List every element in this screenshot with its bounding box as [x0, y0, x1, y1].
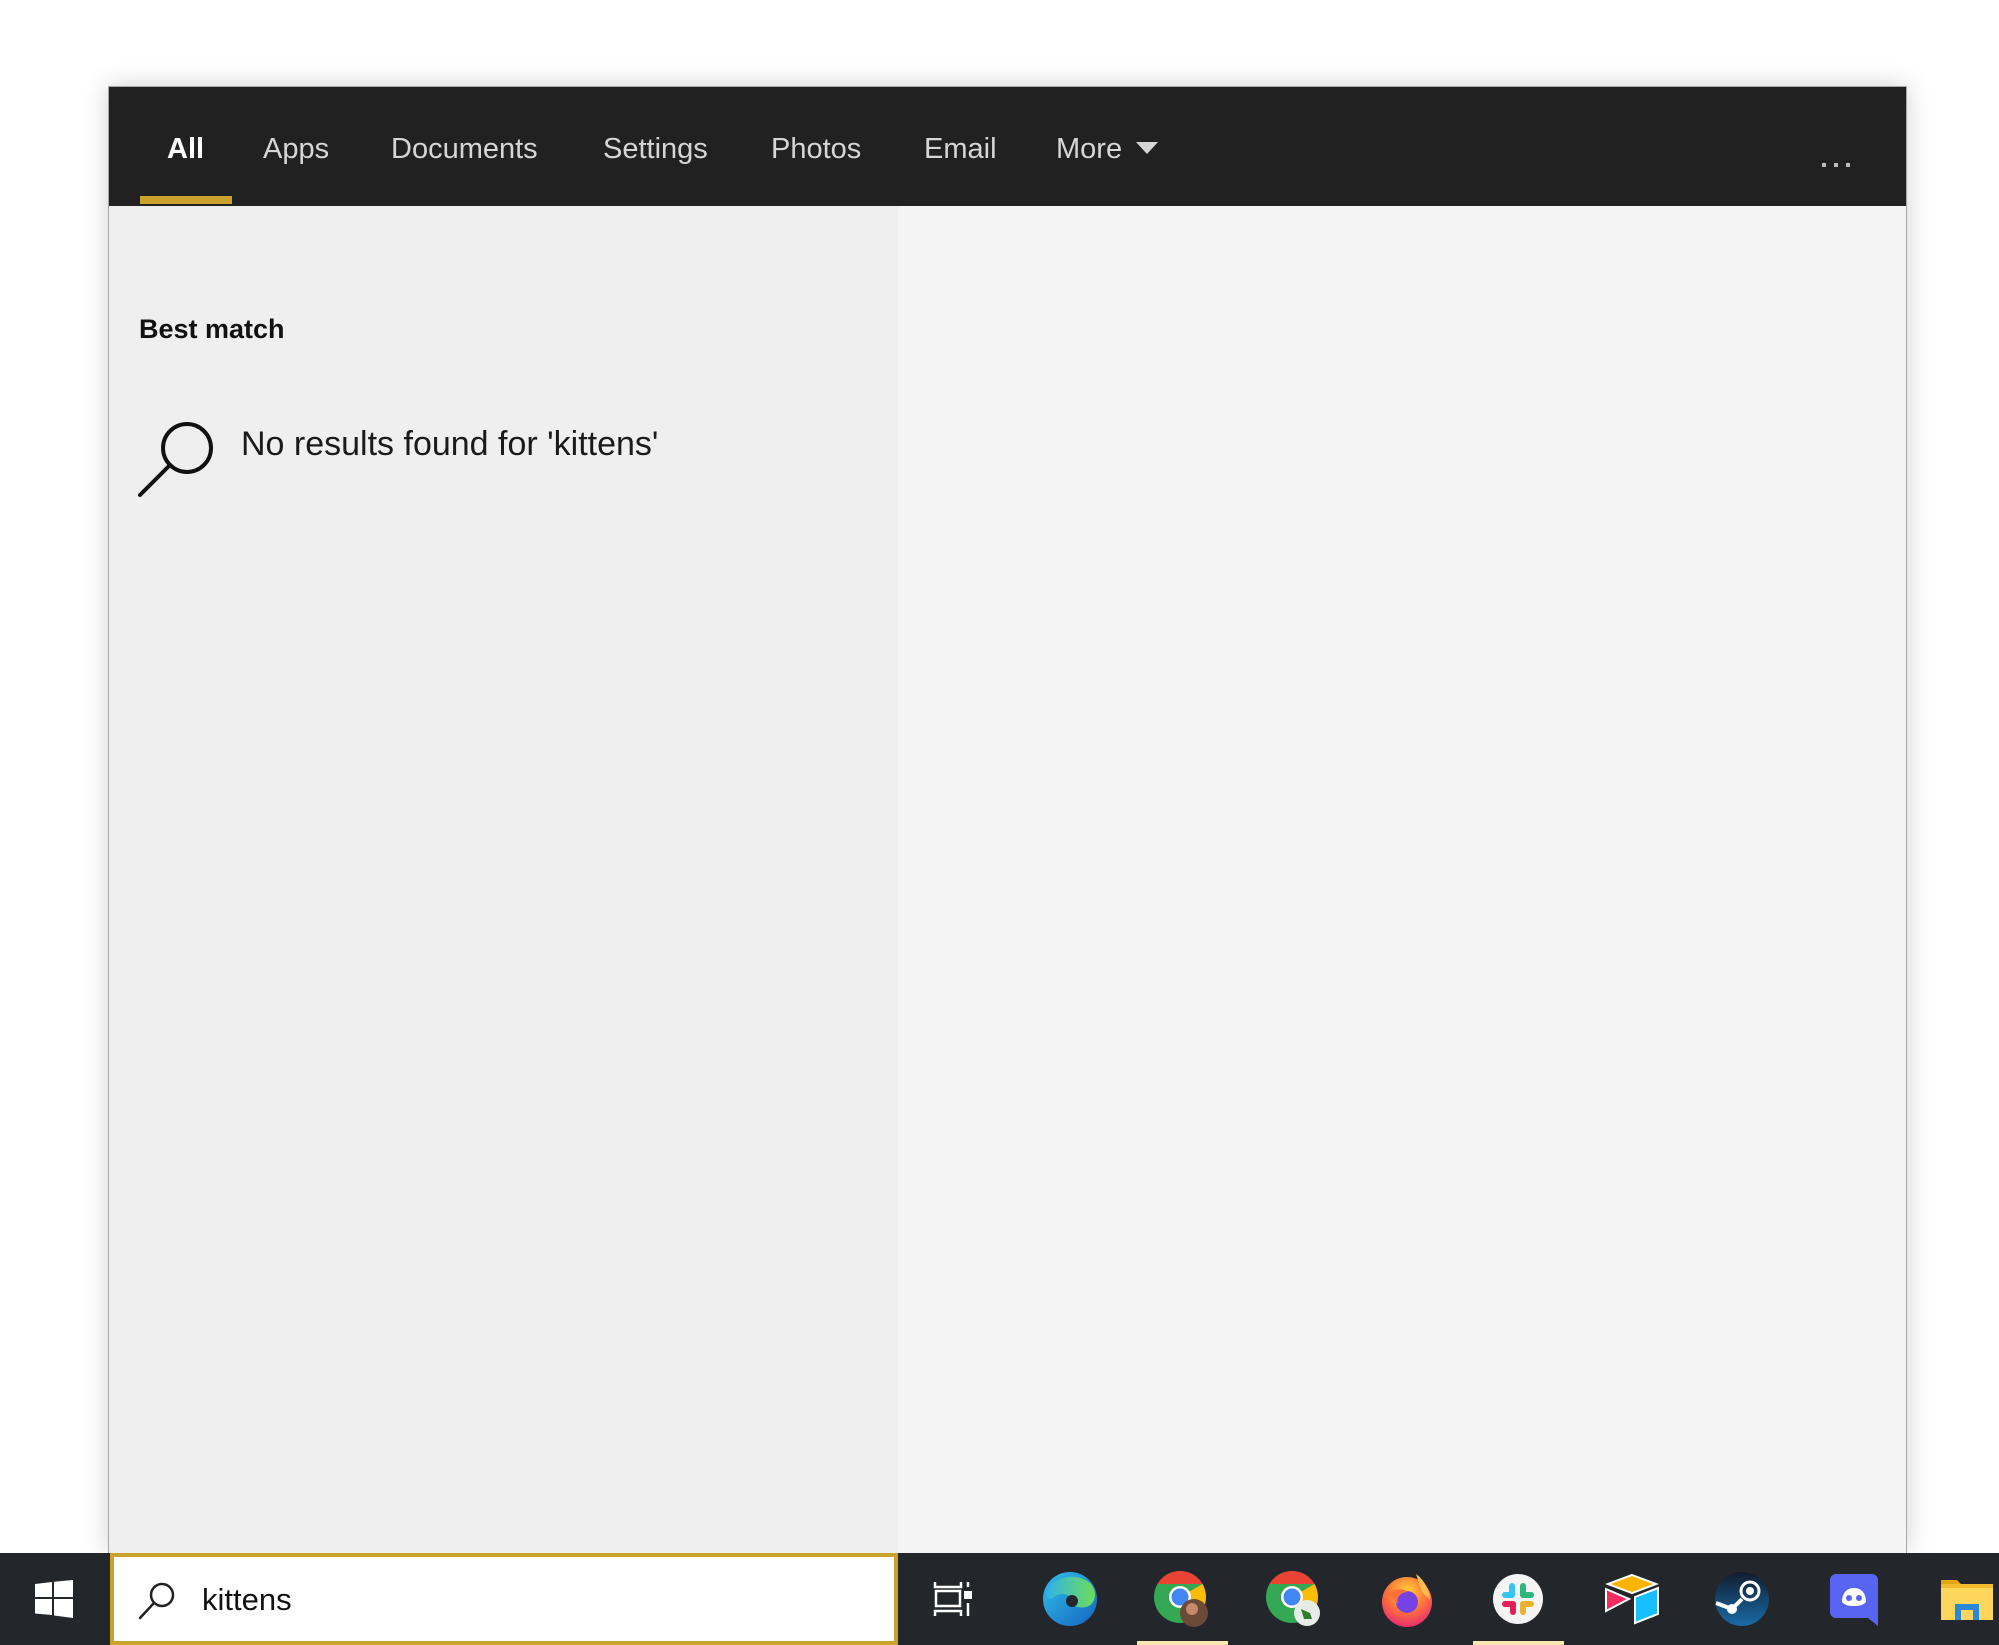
taskbar-app-edge[interactable]: [1025, 1553, 1115, 1645]
tab-more-label: More: [1056, 133, 1123, 165]
tab-more[interactable]: More: [1056, 131, 1159, 167]
taskbar-app-steam[interactable]: [1697, 1553, 1787, 1645]
taskbar-app-slack[interactable]: [1473, 1553, 1564, 1645]
running-indicator: [1473, 1641, 1564, 1645]
start-button[interactable]: [0, 1553, 108, 1645]
task-view-icon: [933, 1582, 972, 1616]
preview-pane: [898, 206, 1906, 1553]
taskbar-app-chrome-profile-1[interactable]: [1137, 1553, 1228, 1645]
steam-icon: [1715, 1572, 1769, 1626]
edge-icon: [1043, 1572, 1097, 1626]
firefox-icon: [1382, 1574, 1432, 1627]
active-tab-indicator: [140, 196, 232, 204]
tab-documents[interactable]: Documents: [391, 131, 538, 167]
search-input[interactable]: [202, 1571, 862, 1629]
chrome-icon: [1154, 1571, 1208, 1627]
results-pane: Best match No results found for 'kittens…: [109, 206, 898, 1553]
running-indicator: [1137, 1641, 1228, 1645]
file-explorer-icon: [1941, 1580, 1993, 1620]
no-results-text: No results found for 'kittens': [241, 425, 659, 463]
taskbar-app-chrome-profile-2[interactable]: [1249, 1553, 1339, 1645]
tab-email[interactable]: Email: [924, 131, 997, 167]
tab-photos[interactable]: Photos: [771, 131, 861, 167]
taskbar: [0, 1553, 1999, 1645]
airtable-icon: [1605, 1573, 1659, 1625]
taskbar-search-box[interactable]: [110, 1553, 898, 1645]
no-results-item: No results found for 'kittens': [137, 311, 877, 497]
discord-icon: [1830, 1574, 1878, 1626]
tab-apps[interactable]: Apps: [263, 131, 329, 167]
search-icon: [138, 422, 213, 497]
search-flyout: All Apps Documents Settings Photos Email…: [108, 86, 1907, 1553]
windows-logo-icon: [35, 1580, 73, 1618]
taskbar-app-discord[interactable]: [1809, 1553, 1899, 1645]
chrome-icon: [1266, 1571, 1320, 1626]
tab-settings[interactable]: Settings: [603, 131, 708, 167]
ellipsis-icon[interactable]: [1818, 153, 1854, 177]
taskbar-app-firefox[interactable]: [1362, 1553, 1452, 1645]
task-view-button[interactable]: [908, 1553, 998, 1645]
caret-down-icon: [1136, 142, 1159, 155]
taskbar-app-airtable[interactable]: [1587, 1553, 1677, 1645]
tab-all[interactable]: All: [167, 131, 204, 167]
search-icon: [138, 1582, 175, 1620]
taskbar-app-file-explorer[interactable]: [1922, 1553, 1999, 1645]
slack-icon: [1493, 1574, 1543, 1624]
search-filter-tabs: All Apps Documents Settings Photos Email…: [109, 87, 1906, 206]
